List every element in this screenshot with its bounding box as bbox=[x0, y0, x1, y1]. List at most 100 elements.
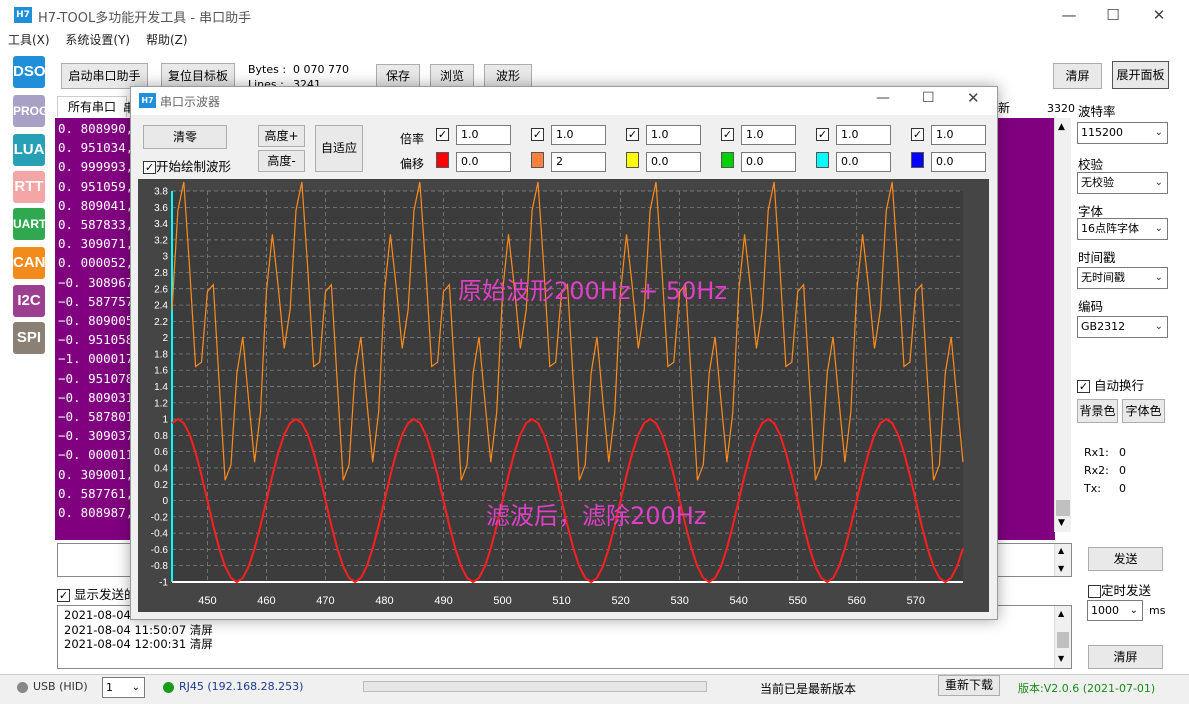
channel-6-checkbox[interactable]: ✓ bbox=[911, 128, 924, 141]
waveform-button[interactable]: 波形 bbox=[484, 64, 532, 88]
expand-panel-button[interactable]: 展开面板 bbox=[1112, 61, 1169, 89]
encoding-select[interactable]: GB2312 ⌄ bbox=[1077, 316, 1168, 338]
font-color-button[interactable]: 字体色 bbox=[1122, 399, 1165, 423]
tab-new[interactable]: 新 bbox=[998, 99, 1010, 116]
log-scrollbar[interactable]: ▲ ▼ bbox=[1054, 606, 1071, 668]
channel-2-scale-input[interactable]: 1.0 bbox=[551, 125, 606, 145]
y-tick-label: -1 bbox=[159, 578, 168, 589]
menu-settings[interactable]: 系统设置(Y) bbox=[65, 30, 130, 50]
channel-6-scale-input[interactable]: 1.0 bbox=[931, 125, 986, 145]
tab-all-ports[interactable]: 所有串口 bbox=[57, 96, 127, 117]
osc-logo-icon: H7 bbox=[139, 93, 156, 108]
timestamp-value: 无时间戳 bbox=[1081, 271, 1125, 284]
scroll-thumb[interactable] bbox=[1057, 632, 1069, 648]
scroll-up-icon[interactable]: ▲ bbox=[1058, 546, 1064, 555]
y-tick-label: 1.2 bbox=[154, 398, 168, 409]
y-tick-label: 2 bbox=[162, 333, 168, 344]
port-select[interactable]: 1 ⌄ bbox=[102, 677, 145, 698]
autowrap-checkbox[interactable]: ✓ 自动换行 bbox=[1077, 375, 1144, 394]
terminal-line: −0. 308967 bbox=[58, 274, 134, 290]
channel-3-offset-input[interactable]: 0.0 bbox=[646, 152, 701, 172]
scroll-down-icon[interactable]: ▼ bbox=[1058, 564, 1064, 573]
bg-color-button[interactable]: 背景色 bbox=[1077, 399, 1118, 423]
timed-send-checkbox[interactable]: 定时发送 bbox=[1088, 580, 1151, 599]
sidebar-can-button[interactable]: CAN bbox=[13, 247, 46, 279]
osc-maximize-button[interactable]: ☐ bbox=[922, 90, 935, 106]
channel-1-offset-input[interactable]: 0.0 bbox=[456, 152, 511, 172]
channel-2-offset-input[interactable]: 2 bbox=[551, 152, 606, 172]
scroll-down-icon[interactable]: ▼ bbox=[1058, 654, 1064, 663]
sidebar-rtt-button[interactable]: RTT bbox=[13, 171, 45, 203]
channel-3-scale-input[interactable]: 1.0 bbox=[646, 125, 701, 145]
menu-help[interactable]: 帮助(Z) bbox=[146, 30, 188, 50]
save-button[interactable]: 保存 bbox=[376, 64, 420, 88]
checkmark-icon: ✓ bbox=[1077, 380, 1090, 393]
osc-clear-button[interactable]: 清零 bbox=[143, 125, 227, 149]
channel-4-offset-input[interactable]: 0.0 bbox=[741, 152, 796, 172]
baud-select[interactable]: 115200 ⌄ bbox=[1077, 122, 1168, 144]
channel-1-color-swatch[interactable] bbox=[436, 152, 449, 168]
sidebar-dso-button[interactable]: DSO bbox=[13, 56, 46, 88]
timestamp-select[interactable]: 无时间戳 ⌄ bbox=[1077, 267, 1168, 289]
font-value: 16点阵字体 bbox=[1081, 222, 1139, 235]
font-select[interactable]: 16点阵字体 ⌄ bbox=[1077, 218, 1168, 240]
close-button[interactable]: ✕ bbox=[1136, 4, 1182, 26]
height-minus-button[interactable]: 高度- bbox=[258, 150, 305, 172]
channel-1-checkbox[interactable]: ✓ bbox=[436, 128, 449, 141]
clear-log-button[interactable]: 清屏 bbox=[1088, 645, 1163, 669]
channel-5-offset-input[interactable]: 0.0 bbox=[836, 152, 891, 172]
channel-5-color-swatch[interactable] bbox=[816, 152, 829, 168]
channel-4-color-swatch[interactable] bbox=[721, 152, 734, 168]
clear-screen-top-button[interactable]: 清屏 bbox=[1053, 63, 1102, 89]
sidebar-i2c-button[interactable]: I2C bbox=[13, 285, 45, 317]
waveform-plot[interactable]: 3.8 3.6 3.4 3.2 3 2.8 2.6 2.4 2.2 2 1.8 1.6 1.4 1.2 1 0… bbox=[138, 179, 989, 612]
status-bar: USB (HID) 1 ⌄ RJ45 (192.168.28.253) 当前已是最… bbox=[0, 674, 1189, 704]
x-tick-label: 560 bbox=[848, 595, 866, 607]
tx-label: Tx: bbox=[1084, 482, 1101, 495]
y-tick-label: -0.6 bbox=[151, 545, 169, 556]
bytes-label: Bytes : bbox=[248, 63, 287, 76]
maximize-button[interactable]: ☐ bbox=[1090, 4, 1136, 26]
terminal-scrollbar[interactable]: ▲ ▼ bbox=[1054, 118, 1071, 532]
sidebar-uart-button[interactable]: UART bbox=[13, 208, 46, 240]
scroll-up-icon[interactable]: ▲ bbox=[1058, 122, 1065, 132]
channel-2-checkbox[interactable]: ✓ bbox=[531, 128, 544, 141]
channel-6-offset-input[interactable]: 0.0 bbox=[931, 152, 986, 172]
minimize-button[interactable]: — bbox=[1046, 4, 1092, 26]
osc-minimize-button[interactable]: — bbox=[876, 90, 890, 106]
osc-close-button[interactable]: ✕ bbox=[967, 89, 980, 107]
sidebar-prog-button[interactable]: PROG bbox=[13, 95, 48, 127]
version-message: 当前已是最新版本 bbox=[760, 682, 857, 696]
interval-select[interactable]: 1000 ⌄ bbox=[1087, 600, 1143, 621]
scroll-down-icon[interactable]: ▼ bbox=[1058, 518, 1065, 528]
parity-select[interactable]: 无校验 ⌄ bbox=[1077, 172, 1168, 194]
menu-tools[interactable]: 工具(X) bbox=[8, 30, 50, 50]
y-tick-label: 0.2 bbox=[154, 480, 168, 491]
x-tick-label: 540 bbox=[730, 595, 748, 607]
height-plus-button[interactable]: 高度+ bbox=[258, 125, 305, 147]
channel-6-color-swatch[interactable] bbox=[911, 152, 924, 168]
osc-title: 串口示波器 bbox=[160, 95, 221, 109]
browse-button[interactable]: 浏览 bbox=[430, 64, 474, 88]
send-scrollbar[interactable]: ▲ ▼ bbox=[1054, 544, 1071, 576]
channel-3-checkbox[interactable]: ✓ bbox=[626, 128, 639, 141]
channel-3-color-swatch[interactable] bbox=[626, 152, 639, 168]
channel-4-scale-input[interactable]: 1.0 bbox=[741, 125, 796, 145]
show-sent-checkbox[interactable]: ✓ 显示发送的 bbox=[57, 584, 137, 603]
sidebar-lua-button[interactable]: LUA bbox=[13, 134, 45, 166]
channel-1-scale-input[interactable]: 1.0 bbox=[456, 125, 511, 145]
sidebar-spi-button[interactable]: SPI bbox=[13, 322, 45, 354]
scroll-thumb[interactable] bbox=[1056, 500, 1070, 516]
channel-2-color-swatch[interactable] bbox=[531, 152, 544, 168]
start-draw-checkbox[interactable]: ✓ 开始绘制波形 bbox=[143, 156, 231, 175]
timed-send-label: 定时发送 bbox=[1101, 583, 1152, 598]
send-button[interactable]: 发送 bbox=[1088, 547, 1163, 571]
scroll-up-icon[interactable]: ▲ bbox=[1058, 609, 1064, 618]
rx1-value: 0 bbox=[1119, 446, 1126, 459]
x-tick-label: 460 bbox=[257, 595, 275, 607]
channel-4-checkbox[interactable]: ✓ bbox=[721, 128, 734, 141]
redownload-button[interactable]: 重新下载 bbox=[938, 675, 1000, 696]
channel-5-scale-input[interactable]: 1.0 bbox=[836, 125, 891, 145]
channel-5-checkbox[interactable]: ✓ bbox=[816, 128, 829, 141]
autofit-button[interactable]: 自适应 bbox=[315, 125, 363, 172]
